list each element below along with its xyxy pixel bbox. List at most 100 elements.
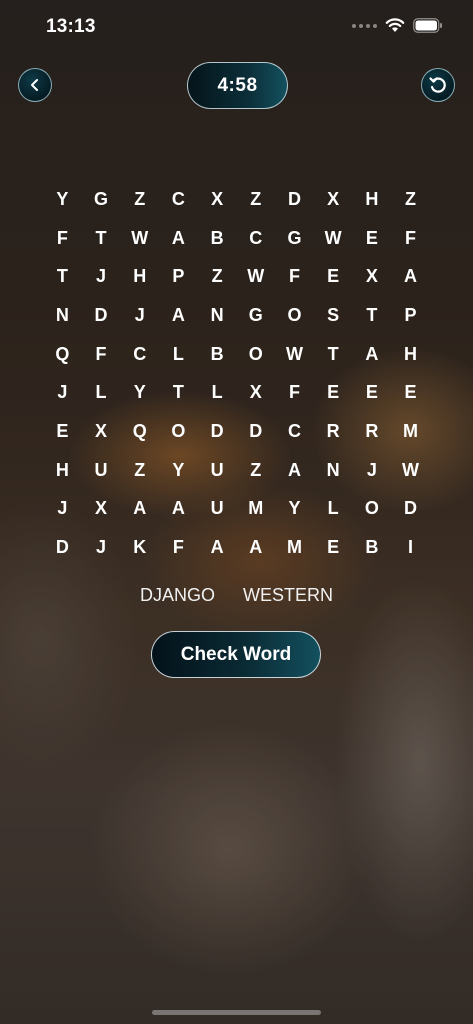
grid-cell[interactable]: G	[275, 219, 314, 258]
grid-cell[interactable]: F	[43, 219, 82, 258]
grid-cell[interactable]: M	[236, 490, 275, 529]
grid-cell[interactable]: A	[159, 296, 198, 335]
grid-cell[interactable]: X	[314, 180, 353, 219]
grid-cell[interactable]: S	[314, 296, 353, 335]
grid-cell[interactable]: C	[275, 412, 314, 451]
grid-cell[interactable]: J	[120, 296, 159, 335]
grid-cell[interactable]: J	[43, 373, 82, 412]
grid-cell[interactable]: Z	[236, 180, 275, 219]
grid-cell[interactable]: B	[198, 335, 237, 374]
grid-cell[interactable]: M	[275, 528, 314, 567]
grid-cell[interactable]: B	[198, 219, 237, 258]
grid-cell[interactable]: H	[120, 257, 159, 296]
grid-cell[interactable]: K	[120, 528, 159, 567]
grid-cell[interactable]: G	[236, 296, 275, 335]
grid-cell[interactable]: W	[236, 257, 275, 296]
grid-cell[interactable]: F	[391, 219, 430, 258]
grid-cell[interactable]: O	[159, 412, 198, 451]
grid-cell[interactable]: H	[391, 335, 430, 374]
grid-cell[interactable]: Z	[120, 451, 159, 490]
grid-cell[interactable]: Y	[120, 373, 159, 412]
grid-cell[interactable]: A	[353, 335, 392, 374]
back-button[interactable]	[18, 68, 52, 102]
grid-cell[interactable]: U	[82, 451, 121, 490]
grid-cell[interactable]: J	[82, 528, 121, 567]
grid-cell[interactable]: E	[353, 373, 392, 412]
grid-cell[interactable]: T	[353, 296, 392, 335]
grid-cell[interactable]: T	[159, 373, 198, 412]
grid-cell[interactable]: J	[43, 490, 82, 529]
grid-cell[interactable]: H	[43, 451, 82, 490]
grid-cell[interactable]: L	[198, 373, 237, 412]
grid-cell[interactable]: F	[275, 257, 314, 296]
grid-cell[interactable]: E	[391, 373, 430, 412]
grid-cell[interactable]: U	[198, 451, 237, 490]
grid-cell[interactable]: O	[275, 296, 314, 335]
grid-cell[interactable]: X	[353, 257, 392, 296]
grid-cell[interactable]: A	[159, 490, 198, 529]
grid-cell[interactable]: E	[353, 219, 392, 258]
grid-cell[interactable]: P	[391, 296, 430, 335]
grid-cell[interactable]: L	[314, 490, 353, 529]
grid-cell[interactable]: B	[353, 528, 392, 567]
grid-cell[interactable]: Y	[159, 451, 198, 490]
grid-cell[interactable]: E	[314, 257, 353, 296]
grid-cell[interactable]: O	[236, 335, 275, 374]
grid-cell[interactable]: X	[82, 490, 121, 529]
grid-cell[interactable]: C	[120, 335, 159, 374]
grid-cell[interactable]: X	[82, 412, 121, 451]
grid-cell[interactable]: Z	[391, 180, 430, 219]
grid-cell[interactable]: C	[236, 219, 275, 258]
grid-cell[interactable]: A	[198, 528, 237, 567]
grid-cell[interactable]: D	[198, 412, 237, 451]
grid-cell[interactable]: Y	[275, 490, 314, 529]
grid-cell[interactable]: D	[391, 490, 430, 529]
grid-cell[interactable]: T	[43, 257, 82, 296]
grid-cell[interactable]: H	[353, 180, 392, 219]
grid-cell[interactable]: O	[353, 490, 392, 529]
grid-cell[interactable]: D	[43, 528, 82, 567]
grid-cell[interactable]: X	[236, 373, 275, 412]
grid-cell[interactable]: Z	[236, 451, 275, 490]
grid-cell[interactable]: E	[314, 528, 353, 567]
grid-cell[interactable]: A	[159, 219, 198, 258]
grid-cell[interactable]: A	[391, 257, 430, 296]
grid-cell[interactable]: A	[275, 451, 314, 490]
grid-cell[interactable]: N	[198, 296, 237, 335]
grid-cell[interactable]: M	[391, 412, 430, 451]
grid-cell[interactable]: I	[391, 528, 430, 567]
grid-cell[interactable]: R	[353, 412, 392, 451]
grid-cell[interactable]: J	[82, 257, 121, 296]
grid-cell[interactable]: E	[314, 373, 353, 412]
grid-cell[interactable]: P	[159, 257, 198, 296]
grid-cell[interactable]: L	[159, 335, 198, 374]
grid-cell[interactable]: T	[314, 335, 353, 374]
grid-cell[interactable]: F	[275, 373, 314, 412]
grid-cell[interactable]: X	[198, 180, 237, 219]
grid-cell[interactable]: L	[82, 373, 121, 412]
grid-cell[interactable]: W	[275, 335, 314, 374]
grid-cell[interactable]: J	[353, 451, 392, 490]
grid-cell[interactable]: G	[82, 180, 121, 219]
grid-cell[interactable]: D	[82, 296, 121, 335]
restart-button[interactable]	[421, 68, 455, 102]
grid-cell[interactable]: R	[314, 412, 353, 451]
grid-cell[interactable]: Y	[43, 180, 82, 219]
grid-cell[interactable]: A	[236, 528, 275, 567]
grid-cell[interactable]: N	[43, 296, 82, 335]
grid-cell[interactable]: C	[159, 180, 198, 219]
grid-cell[interactable]: W	[391, 451, 430, 490]
grid-cell[interactable]: Q	[43, 335, 82, 374]
grid-cell[interactable]: W	[120, 219, 159, 258]
grid-cell[interactable]: Z	[198, 257, 237, 296]
grid-cell[interactable]: W	[314, 219, 353, 258]
grid-cell[interactable]: Z	[120, 180, 159, 219]
grid-cell[interactable]: F	[82, 335, 121, 374]
grid-cell[interactable]: D	[236, 412, 275, 451]
grid-cell[interactable]: D	[275, 180, 314, 219]
check-word-button[interactable]: Check Word	[151, 631, 321, 678]
grid-cell[interactable]: N	[314, 451, 353, 490]
grid-cell[interactable]: U	[198, 490, 237, 529]
grid-cell[interactable]: F	[159, 528, 198, 567]
grid-cell[interactable]: A	[120, 490, 159, 529]
